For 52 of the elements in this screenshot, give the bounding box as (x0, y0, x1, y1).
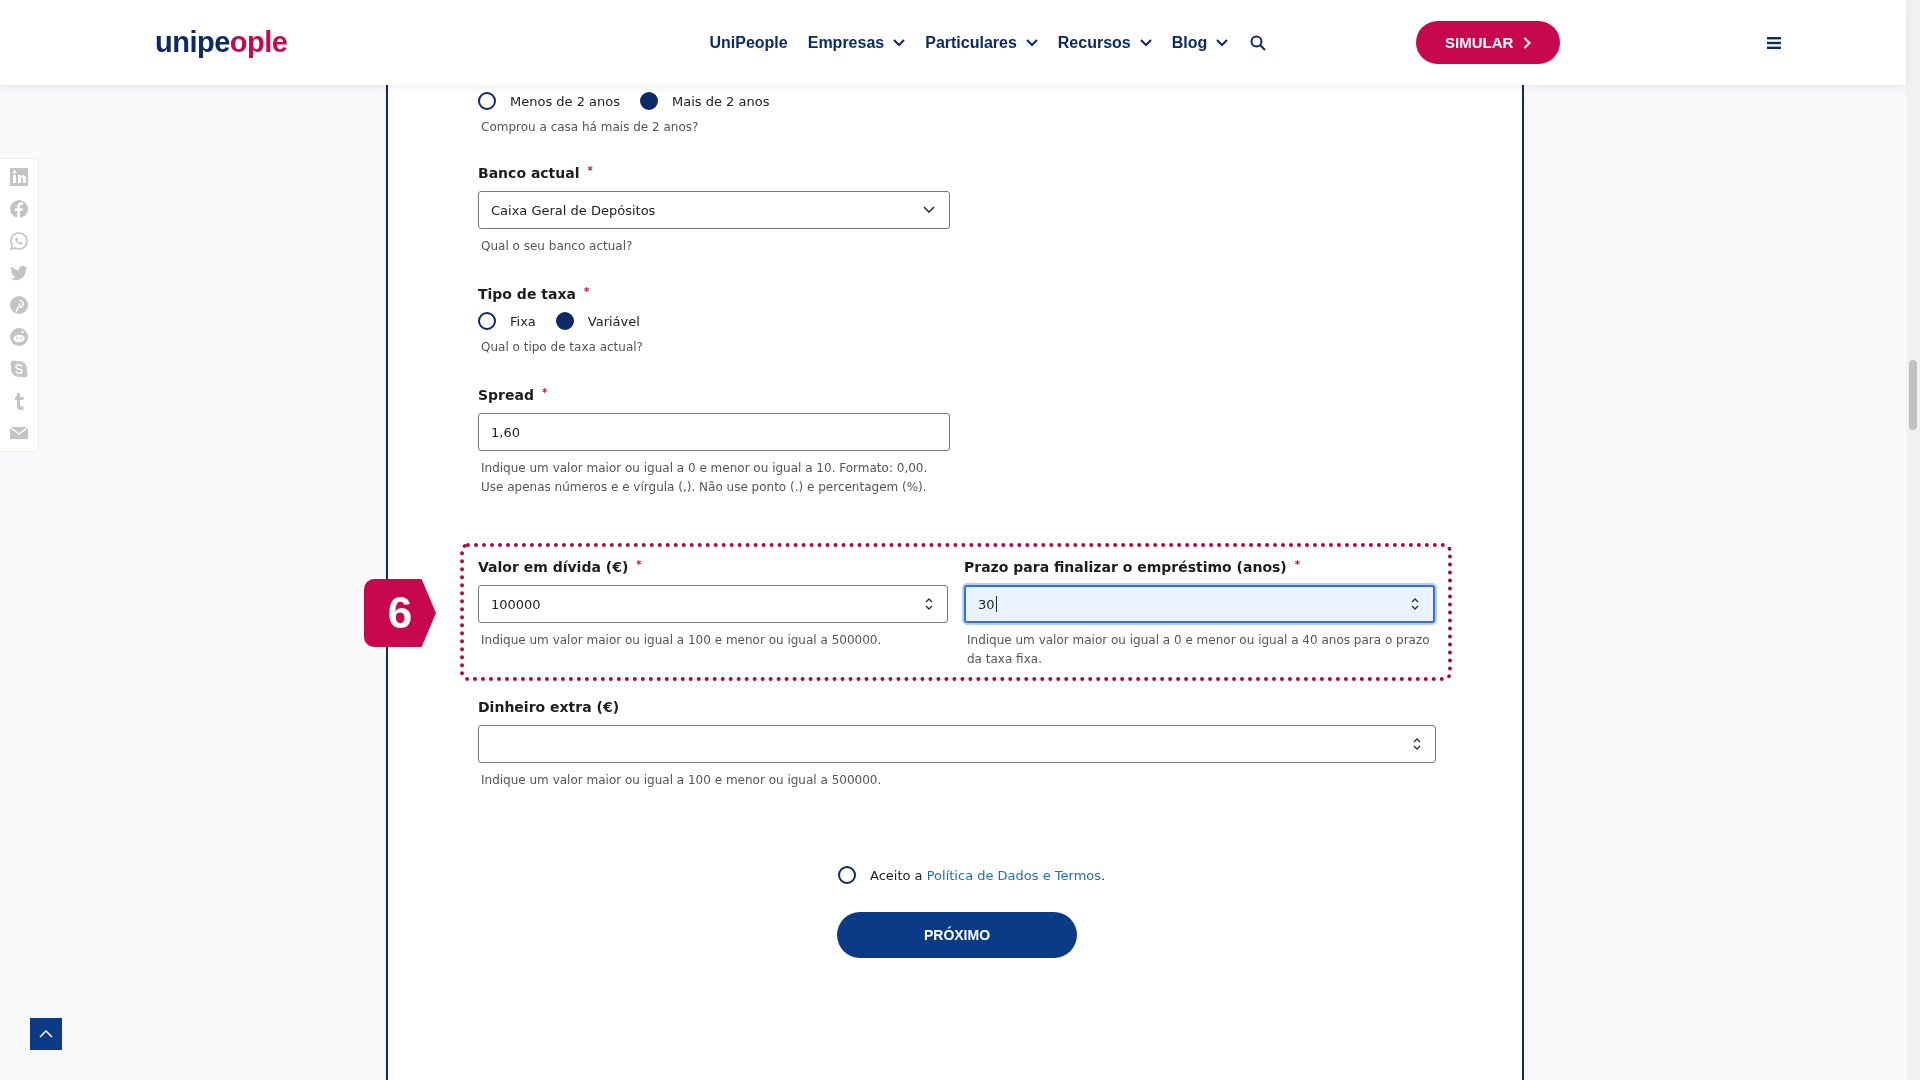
number-input[interactable]: 100000 (478, 585, 948, 623)
helper-text: Qual o tipo de taxa actual? (480, 339, 644, 356)
nav-link[interactable]: Recursos (1057, 33, 1152, 52)
field-label: Valor em dívida (€) (478, 559, 629, 575)
spinner-icon[interactable] (1411, 597, 1419, 611)
required-mark: * (542, 387, 548, 398)
field-label: Banco actual (478, 165, 580, 181)
scroll-top-button[interactable] (30, 1018, 62, 1050)
nav-link[interactable]: Particulares (925, 33, 1038, 52)
spinner-icon[interactable] (1413, 737, 1421, 751)
step-badge: 6 (364, 579, 436, 647)
option-label: Mais de 2 anos (672, 93, 770, 109)
menu-icon[interactable] (1767, 36, 1782, 49)
field-label: Spread (478, 387, 534, 403)
chevron-right-icon (1523, 36, 1532, 49)
helper-text: Qual o seu banco actual? (480, 238, 634, 255)
radio-button[interactable] (478, 312, 496, 330)
helper-text: Indique um valor maior ou igual a 100 e menor ou igual a 500000. (480, 632, 883, 649)
radio-button[interactable] (555, 312, 574, 330)
option-label: Menos de 2 anos (510, 93, 621, 109)
option-label: Variável (587, 313, 640, 329)
radio-button[interactable] (640, 92, 659, 110)
option-label: Fixa (510, 313, 536, 329)
next-button[interactable]: PRÓXIMO (837, 912, 1077, 958)
nav-link[interactable]: Empresas (807, 33, 906, 52)
simulate-button[interactable]: SIMULAR (1416, 21, 1561, 64)
required-mark: * (587, 165, 593, 176)
consent-text: Aceito a Política de Dados e Termos. (870, 867, 1106, 883)
radio-button[interactable] (478, 92, 496, 110)
nav-link[interactable]: UniPeople (709, 33, 788, 52)
spinner-icon[interactable] (925, 597, 933, 611)
nav-link[interactable]: Blog (1171, 33, 1229, 52)
field-label: Dinheiro extra (€) (478, 699, 620, 715)
field-label: Tipo de taxa (478, 286, 576, 302)
search-icon[interactable] (1250, 34, 1267, 51)
helper-text: Indique um valor maior ou igual a 0 e menor ou igual a 10. Formato: 0,00. Use apenas números e e vírgula (,). Não use ponto (.) e percentagem (%). (480, 460, 929, 496)
consent-checkbox[interactable] (838, 866, 856, 884)
helper-text: Comprou a casa há mais de 2 anos? (480, 119, 700, 136)
required-mark: * (1294, 559, 1300, 570)
text-input[interactable]: 1,60 (478, 413, 950, 451)
number-input[interactable] (478, 725, 1436, 763)
helper-text: Indique um valor maior ou igual a 100 e menor ou igual a 500000. (480, 772, 883, 789)
chevron-down-icon (923, 206, 935, 214)
required-mark: * (583, 286, 590, 297)
helper-text: Indique um valor maior ou igual a 0 e menor ou igual a 40 anos para o prazo da taxa fixa. (966, 632, 1431, 668)
field-label: Prazo para finalizar o empréstimo (anos) (964, 559, 1287, 575)
logo[interactable]: unipeople (155, 26, 288, 59)
scrollbar[interactable] (1906, 0, 1920, 1080)
number-input[interactable]: 30 (964, 585, 1435, 623)
required-mark: * (636, 559, 642, 570)
chevron-up-icon (39, 1030, 53, 1038)
select-field[interactable]: Caixa Geral de Depósitos (478, 191, 950, 229)
